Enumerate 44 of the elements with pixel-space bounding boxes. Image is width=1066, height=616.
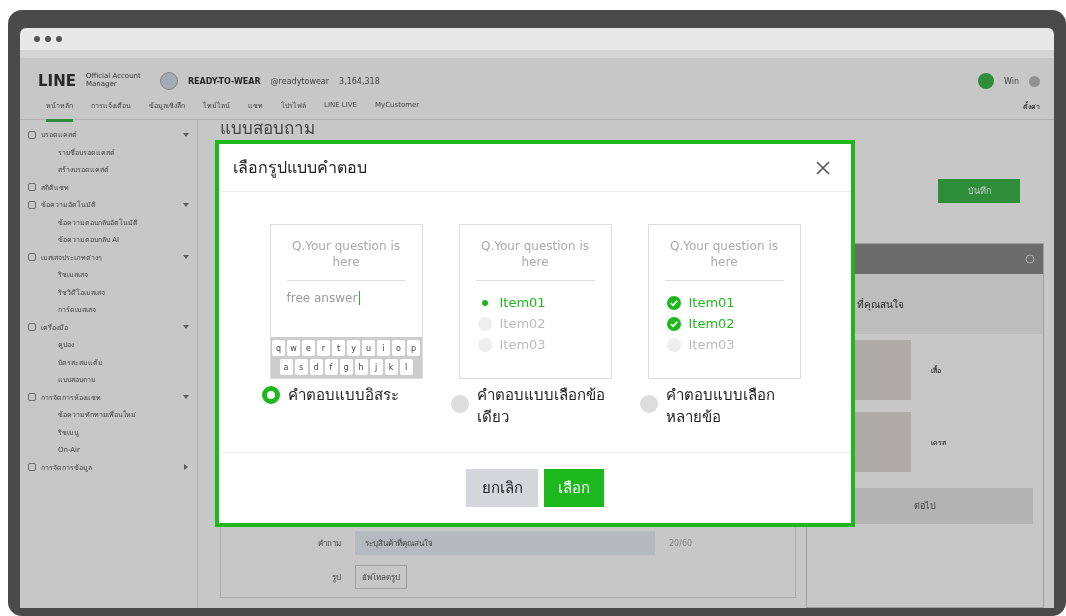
radio-button[interactable]: [261, 386, 280, 404]
form-label: คำถาม: [317, 537, 341, 550]
upload-button[interactable]: อัพโหลดรูป: [355, 565, 407, 589]
item-label: Item01: [688, 295, 735, 311]
radio-button[interactable]: [450, 395, 469, 413]
question-field[interactable]: ระบุสินค้าที่คุณสนใจ: [355, 531, 655, 555]
item-label: Item01: [499, 295, 546, 311]
window-dot-icon: [45, 36, 51, 42]
caret-icon: [183, 464, 189, 471]
account-id: @readytowear: [270, 76, 330, 86]
answer-type-label: คำตอบแบบเลือกข้อเดียว: [476, 385, 606, 428]
question-text: Q.Your question is here: [286, 239, 406, 282]
cancel-button[interactable]: ยกเลิก: [466, 469, 538, 507]
user-avatar-icon[interactable]: [977, 73, 994, 89]
question-text: Q.Your question is here: [664, 239, 784, 282]
answer-type-label: คำตอบแบบเลือกหลายข้อ: [665, 385, 776, 428]
answer-type-label: คำตอบแบบอิสระ: [287, 385, 399, 406]
item-label: Item03: [499, 337, 546, 353]
brand-logo: LINE: [38, 72, 76, 90]
avatar-icon: [159, 72, 178, 90]
answer-text: free answer: [286, 291, 406, 306]
question-text: Q.Your question is here: [475, 239, 595, 282]
caret-icon: [183, 394, 189, 401]
item-label: Item02: [688, 316, 735, 332]
item-label: Item03: [688, 337, 735, 353]
char-counter: 20/60: [669, 538, 693, 548]
keyboard-drawing: q w e r t y u i o p a s d f g h j k l: [270, 337, 422, 378]
user-name: Win: [1003, 76, 1019, 86]
dialog-title: เลือกรูปแบบคำตอบ: [233, 157, 367, 180]
caret-icon: [183, 254, 189, 261]
form-label: รูป: [331, 571, 341, 584]
caret-icon: [183, 324, 189, 331]
info-icon: [1025, 254, 1035, 264]
window-dot-icon: [56, 36, 62, 42]
help-icon[interactable]: [1029, 75, 1040, 87]
item-label: Item02: [499, 316, 546, 332]
caret-icon: [183, 201, 189, 208]
friend-count: 3,164,318: [339, 76, 380, 86]
page-title: แบบสอบถาม: [220, 120, 316, 137]
answer-preview-card[interactable]: Q.Your question is here free answer q w e r t y u i o p a s d f g h j k l: [269, 224, 423, 379]
caret-icon: [183, 131, 189, 138]
window-dot-icon: [34, 36, 40, 42]
radio-button[interactable]: [639, 395, 658, 413]
account-name[interactable]: READY-TO-WEAR: [187, 76, 261, 86]
